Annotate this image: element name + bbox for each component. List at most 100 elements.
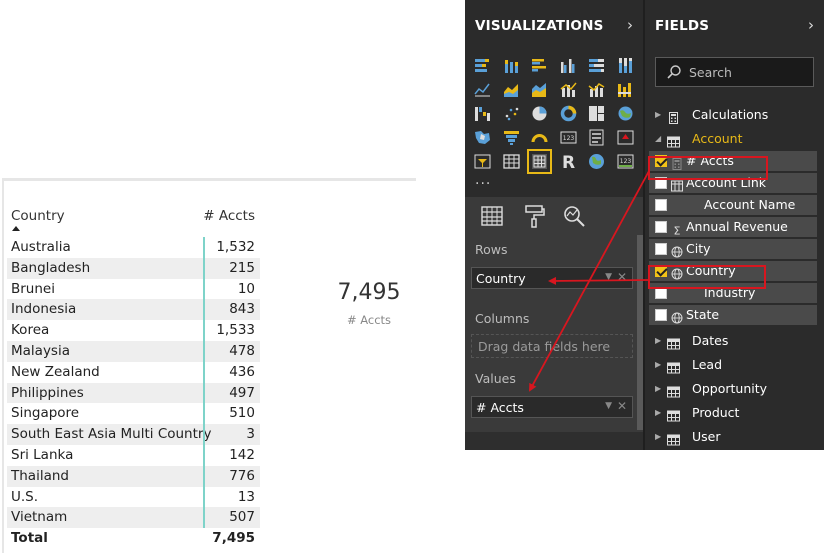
globe-map-icon[interactable] [587, 152, 606, 171]
country-cell: Indonesia [11, 301, 77, 318]
custom-visual-icon[interactable]: 123 [616, 152, 635, 171]
chevron-down-icon[interactable]: ▼ [605, 272, 612, 282]
accts-cell: 142 [229, 446, 255, 463]
caret-right-icon[interactable]: ▶ [655, 384, 661, 393]
scatter-chart-icon[interactable] [502, 104, 521, 123]
table-row[interactable]: Brunei 10 [7, 279, 260, 300]
fields-search-input[interactable]: Search [655, 57, 814, 87]
chevron-right-icon[interactable]: › [627, 16, 633, 34]
caret-right-icon[interactable]: ▶ [655, 110, 661, 119]
donut-chart-icon[interactable] [559, 104, 578, 123]
matrix-visual[interactable]: Country # Accts Australia 1,532 Bangladesh… [7, 205, 260, 549]
table-row[interactable]: Sri Lanka 142 [7, 445, 260, 466]
stacked-area-chart-icon[interactable] [530, 80, 549, 99]
svg-text:Σ: Σ [674, 225, 681, 237]
wells-scrollbar[interactable] [637, 235, 643, 430]
table-row[interactable]: Singapore 510 [7, 403, 260, 424]
pie-chart-icon[interactable] [530, 104, 549, 123]
visualizations-pane: VISUALIZATIONS › 123 R 123 ... Rows Coun… [465, 0, 643, 450]
stacked-column-chart-icon[interactable] [502, 56, 521, 75]
waterfall-chart-icon[interactable] [473, 104, 492, 123]
line-chart-icon[interactable] [473, 80, 492, 99]
table-account[interactable]: ◢ Account [645, 128, 824, 150]
table-name: User [692, 429, 721, 444]
rows-well-field[interactable]: Country ▼ ✕ [471, 267, 633, 289]
field-account-name[interactable]: Account Name [649, 195, 817, 215]
columns-drop-zone[interactable]: Drag data fields here [471, 334, 633, 358]
field-checkbox[interactable] [655, 221, 667, 233]
table-name: Lead [692, 357, 723, 372]
table-row[interactable]: New Zealand 436 [7, 362, 260, 383]
field-checkbox[interactable] [655, 243, 667, 255]
caret-right-icon[interactable]: ▶ [655, 408, 661, 417]
table-row[interactable]: Philippines 497 [7, 382, 260, 404]
multi-row-card-icon[interactable] [587, 128, 606, 147]
table-row[interactable]: South East Asia Multi Country 3 [7, 424, 260, 445]
100-percent-column-chart-icon[interactable] [616, 56, 635, 75]
column-header-accts[interactable]: # Accts [203, 208, 255, 224]
line-clustered-column-icon[interactable] [559, 80, 578, 99]
chevron-right-icon[interactable]: › [808, 16, 814, 34]
field-checkbox[interactable] [655, 309, 667, 321]
svg-text:R: R [561, 153, 574, 171]
field-checkbox[interactable] [655, 199, 667, 211]
close-icon[interactable]: ✕ [617, 399, 627, 413]
100-percent-bar-chart-icon[interactable] [587, 56, 606, 75]
column-header-country[interactable]: Country [11, 208, 65, 224]
kpi-icon[interactable] [616, 128, 635, 147]
sort-ascending-icon[interactable] [12, 226, 20, 231]
values-well-field[interactable]: # Accts ▼ ✕ [471, 396, 633, 418]
table-row[interactable]: Bangladesh 215 [7, 257, 260, 279]
area-chart-icon[interactable] [502, 80, 521, 99]
field-city[interactable]: City [649, 239, 817, 259]
card-icon[interactable]: 123 [559, 128, 578, 147]
ribbon-chart-icon[interactable] [616, 80, 635, 99]
wells-footer [465, 432, 643, 450]
table-calculations[interactable]: ▶ Calculations [645, 104, 824, 126]
table-product[interactable]: ▶ Product [645, 402, 824, 424]
table-opportunity[interactable]: ▶ Opportunity [645, 378, 824, 400]
country-cell: Singapore [11, 405, 80, 422]
table-visual-icon[interactable] [502, 152, 521, 171]
funnel-icon[interactable] [502, 128, 521, 147]
more-visuals-icon[interactable]: ... [475, 172, 491, 188]
table-row[interactable]: U.S. 13 [7, 487, 260, 508]
clustered-column-chart-icon[interactable] [559, 56, 578, 75]
caret-right-icon[interactable]: ▶ [655, 432, 661, 441]
table-row[interactable]: Indonesia 843 [7, 299, 260, 321]
map-icon[interactable] [616, 104, 635, 123]
table-user[interactable]: ▶ User [645, 426, 824, 448]
table-lead[interactable]: ▶ Lead [645, 354, 824, 376]
values-well-title: Values [475, 371, 516, 386]
clustered-bar-chart-icon[interactable] [530, 56, 549, 75]
caret-right-icon[interactable]: ▶ [655, 336, 661, 345]
slicer-icon[interactable] [473, 152, 492, 171]
table-dates[interactable]: ▶ Dates [645, 330, 824, 352]
chevron-down-icon[interactable]: ▼ [605, 401, 612, 411]
table-row[interactable]: Thailand 776 [7, 465, 260, 487]
analytics-magnifier-icon[interactable] [561, 203, 587, 229]
stacked-bar-chart-icon[interactable] [473, 56, 492, 75]
gauge-icon[interactable] [530, 128, 549, 147]
format-paint-roller-icon[interactable] [521, 203, 547, 229]
table-row[interactable]: Vietnam 507 [7, 507, 260, 529]
close-icon[interactable]: ✕ [617, 270, 627, 284]
table-row[interactable]: Australia 1,532 [7, 237, 260, 258]
search-icon [667, 65, 681, 79]
table-row[interactable]: Korea 1,533 [7, 320, 260, 341]
table-row[interactable]: Malaysia 478 [7, 340, 260, 362]
field-state[interactable]: State [649, 305, 817, 325]
r-script-visual-icon[interactable]: R [559, 152, 578, 173]
matrix-visual-icon[interactable] [527, 149, 552, 174]
filled-map-icon[interactable] [473, 128, 492, 147]
treemap-icon[interactable] [587, 104, 606, 123]
fields-tab-icon[interactable] [479, 203, 505, 229]
field-annual-revenue[interactable]: Σ Annual Revenue [649, 217, 817, 238]
highlight-country-field [648, 265, 766, 289]
country-cell: Sri Lanka [11, 446, 74, 463]
accts-cell: 843 [229, 301, 255, 318]
caret-down-icon[interactable]: ◢ [655, 134, 661, 143]
caret-right-icon[interactable]: ▶ [655, 360, 661, 369]
line-stacked-column-icon[interactable] [587, 80, 606, 99]
visualization-tabs [465, 197, 643, 235]
